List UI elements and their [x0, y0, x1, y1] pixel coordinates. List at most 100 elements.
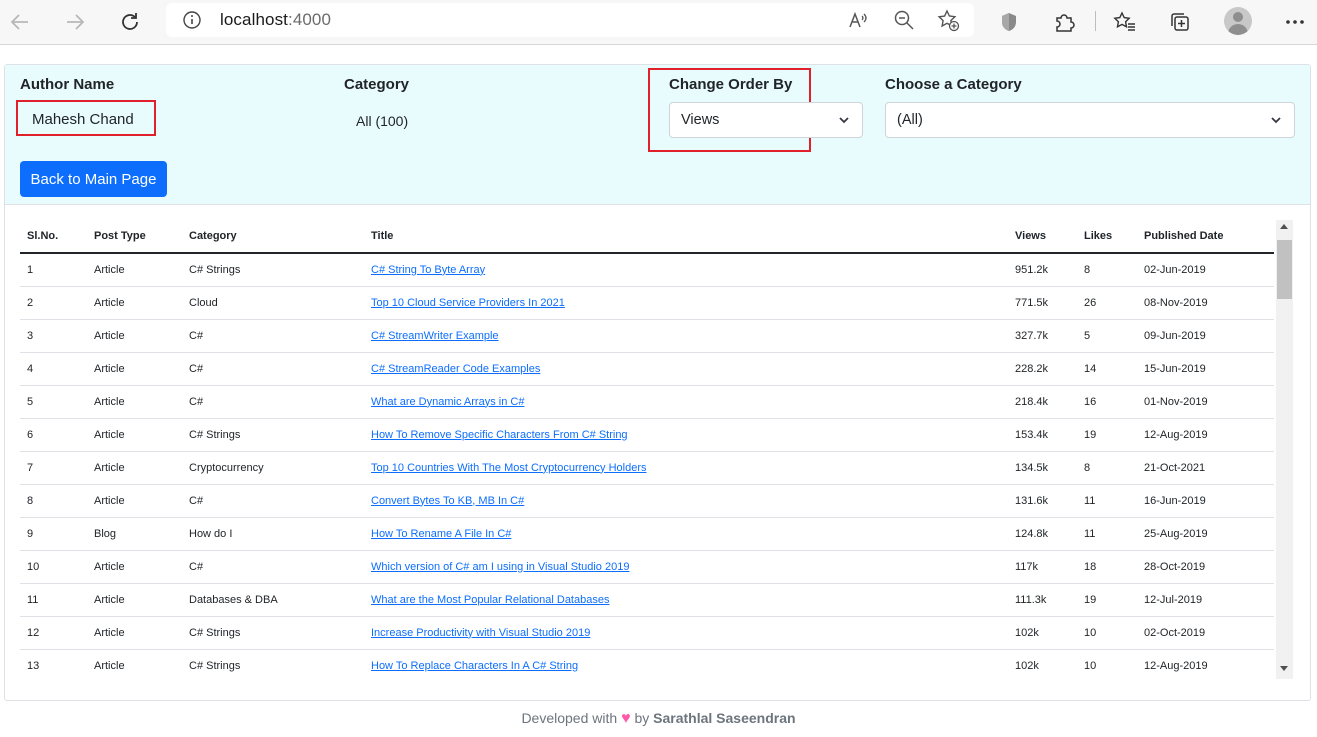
- address-bar[interactable]: localhost:4000: [166, 3, 974, 37]
- author-name-value: Mahesh Chand: [32, 111, 134, 128]
- scroll-down-arrow-icon[interactable]: [1280, 666, 1288, 671]
- table-cell: C# Strings: [182, 253, 364, 287]
- post-title-link[interactable]: How To Replace Characters In A C# String: [371, 660, 578, 672]
- post-title-link[interactable]: Top 10 Countries With The Most Cryptocur…: [371, 462, 647, 474]
- title-cell: C# String To Byte Array: [364, 253, 1008, 287]
- table-cell: 19: [1077, 418, 1137, 452]
- change-order-label: Change Order By: [669, 76, 793, 93]
- table-cell: 10: [20, 550, 87, 584]
- choose-category-select[interactable]: (All): [885, 102, 1295, 138]
- read-aloud-icon[interactable]: [844, 6, 872, 34]
- forward-arrow-icon[interactable]: [61, 8, 89, 36]
- table-cell: Article: [87, 484, 182, 518]
- chevron-down-icon: [1270, 114, 1282, 130]
- table-cell: 25-Aug-2019: [1137, 517, 1274, 551]
- table-cell: Blog: [87, 517, 182, 551]
- table-row: 12 Article C# Strings Increase Productivity…: [20, 616, 1274, 650]
- column-header[interactable]: Category: [182, 220, 364, 254]
- more-menu-icon[interactable]: [1281, 8, 1309, 36]
- heart-icon: ♥: [621, 710, 631, 727]
- table-cell: 8: [1077, 451, 1137, 485]
- table-row: 3 Article C# C# StreamWriter Example 327.7k 5…: [20, 319, 1274, 353]
- post-title-link[interactable]: How To Remove Specific Characters From C…: [371, 429, 628, 441]
- chevron-down-icon: [838, 114, 850, 130]
- table-cell: Article: [87, 616, 182, 650]
- table-cell: 26: [1077, 286, 1137, 320]
- table-cell: 124.8k: [1008, 517, 1077, 551]
- title-cell: Top 10 Cloud Service Providers In 2021: [364, 286, 1008, 320]
- post-title-link[interactable]: C# StreamReader Code Examples: [371, 363, 540, 375]
- table-row: 1 Article C# Strings C# String To Byte Arra…: [20, 253, 1274, 287]
- table-cell: 02-Jun-2019: [1137, 253, 1274, 287]
- footer-prefix: Developed with: [521, 710, 618, 726]
- table-cell: 11: [20, 583, 87, 617]
- table-cell: C# Strings: [182, 418, 364, 452]
- table-cell: 153.4k: [1008, 418, 1077, 452]
- post-title-link[interactable]: Which version of C# am I using in Visual…: [371, 561, 629, 573]
- column-header[interactable]: Title: [364, 220, 1008, 254]
- table-cell: 3: [20, 319, 87, 353]
- extensions-icon[interactable]: [1050, 8, 1078, 36]
- table-row: 6 Article C# Strings How To Remove Specific…: [20, 418, 1274, 452]
- table-cell: 131.6k: [1008, 484, 1077, 518]
- posts-table-container[interactable]: Sl.No. Post Type Category Title Views Li…: [20, 220, 1295, 679]
- table-cell: 16-Jun-2019: [1137, 484, 1274, 518]
- table-cell: 102k: [1008, 649, 1077, 679]
- post-title-link[interactable]: Convert Bytes To KB, MB In C#: [371, 495, 524, 507]
- table-cell: 7: [20, 451, 87, 485]
- favorites-icon[interactable]: [1111, 8, 1139, 36]
- table-cell: 228.2k: [1008, 352, 1077, 386]
- zoom-out-icon[interactable]: [890, 6, 918, 34]
- page-footer: Developed with ♥ by Sarathlal Saseendran: [0, 710, 1317, 728]
- title-cell: C# StreamWriter Example: [364, 319, 1008, 353]
- post-title-link[interactable]: Increase Productivity with Visual Studio…: [371, 627, 590, 639]
- table-cell: Article: [87, 352, 182, 386]
- table-cell: 12-Jul-2019: [1137, 583, 1274, 617]
- back-to-main-page-button[interactable]: Back to Main Page: [20, 161, 167, 197]
- title-cell: Which version of C# am I using in Visual…: [364, 550, 1008, 584]
- table-row: 7 Article Cryptocurrency Top 10 Countries W…: [20, 451, 1274, 485]
- shield-icon[interactable]: [995, 8, 1023, 36]
- table-cell: 09-Jun-2019: [1137, 319, 1274, 353]
- back-arrow-icon[interactable]: [6, 8, 34, 36]
- refresh-icon[interactable]: [116, 8, 144, 36]
- post-title-link[interactable]: C# String To Byte Array: [371, 264, 485, 276]
- table-scrollbar[interactable]: [1276, 220, 1293, 679]
- post-title-link[interactable]: What are Dynamic Arrays in C#: [371, 396, 524, 408]
- order-by-select[interactable]: Views: [669, 102, 863, 138]
- post-title-link[interactable]: Top 10 Cloud Service Providers In 2021: [371, 297, 565, 309]
- table-cell: 771.5k: [1008, 286, 1077, 320]
- column-header[interactable]: Views: [1008, 220, 1077, 254]
- choose-category-label: Choose a Category: [885, 76, 1022, 93]
- table-cell: Article: [87, 583, 182, 617]
- title-cell: How To Rename A File In C#: [364, 517, 1008, 551]
- title-cell: What are Dynamic Arrays in C#: [364, 385, 1008, 419]
- choose-category-value: (All): [897, 112, 923, 128]
- table-row: 4 Article C# C# StreamReader Code Examples 2…: [20, 352, 1274, 386]
- category-value: All (100): [356, 113, 409, 129]
- column-header[interactable]: Sl.No.: [20, 220, 87, 254]
- post-title-link[interactable]: C# StreamWriter Example: [371, 330, 499, 342]
- table-row: 2 Article Cloud Top 10 Cloud Service Provid…: [20, 286, 1274, 320]
- post-title-link[interactable]: What are the Most Popular Relational Dat…: [371, 594, 609, 606]
- column-header[interactable]: Likes: [1077, 220, 1137, 254]
- collections-icon[interactable]: [1166, 8, 1194, 36]
- info-icon[interactable]: [178, 6, 206, 34]
- table-cell: 10: [1077, 616, 1137, 650]
- post-title-link[interactable]: How To Rename A File In C#: [371, 528, 511, 540]
- column-header[interactable]: Post Type: [87, 220, 182, 254]
- title-cell: How To Remove Specific Characters From C…: [364, 418, 1008, 452]
- table-cell: 01-Nov-2019: [1137, 385, 1274, 419]
- table-cell: Article: [87, 451, 182, 485]
- footer-by: by: [634, 710, 650, 726]
- table-row: 11 Article Databases & DBA What are the Mos…: [20, 583, 1274, 617]
- scroll-up-arrow-icon[interactable]: [1280, 224, 1288, 229]
- table-cell: 10: [1077, 649, 1137, 679]
- column-header[interactable]: Published Date: [1137, 220, 1274, 254]
- add-favorite-icon[interactable]: [934, 6, 962, 34]
- table-header-row: Sl.No. Post Type Category Title Views Li…: [20, 220, 1274, 254]
- table-cell: 5: [1077, 319, 1137, 353]
- footer-author: Sarathlal Saseendran: [653, 710, 796, 726]
- profile-avatar-icon[interactable]: [1224, 7, 1252, 35]
- scrollbar-thumb[interactable]: [1277, 240, 1292, 299]
